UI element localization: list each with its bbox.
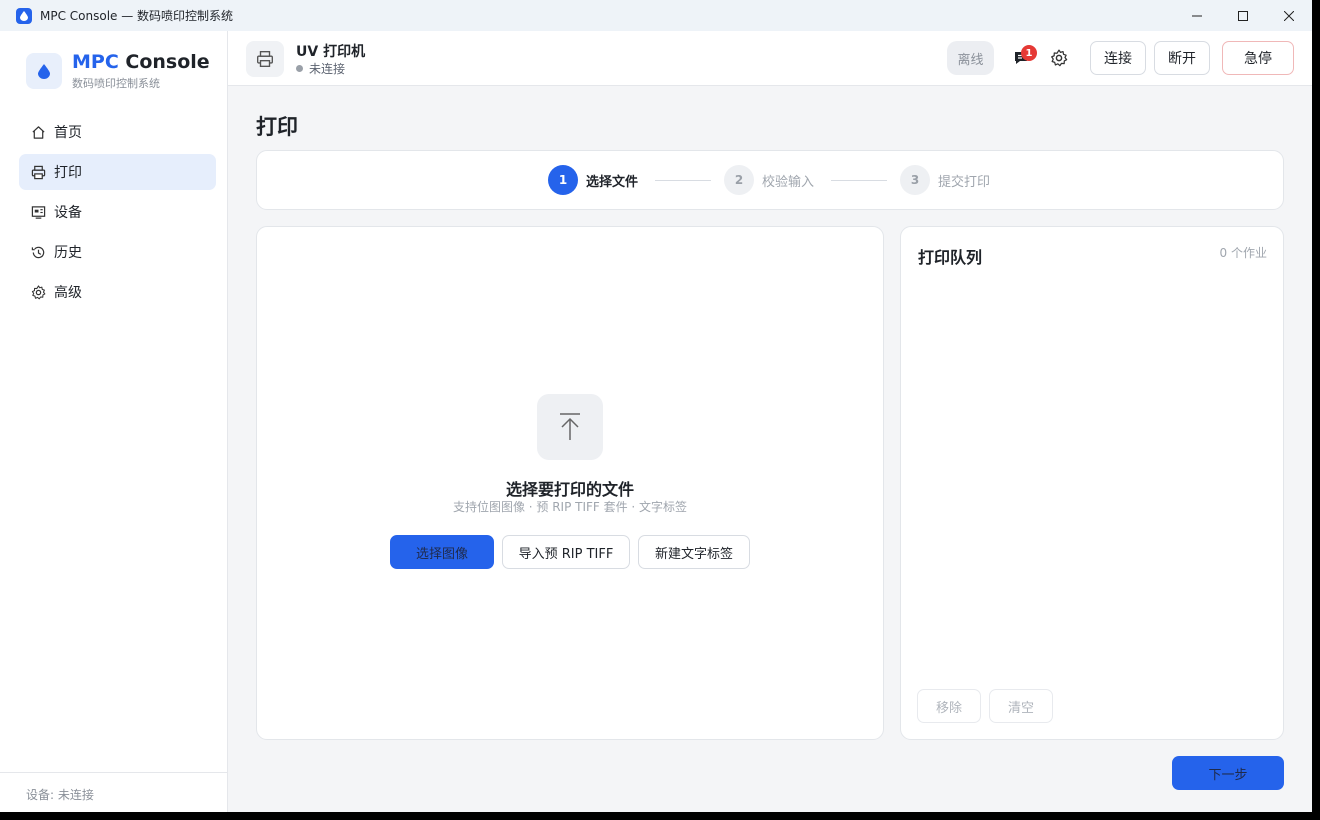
clear-button[interactable]: 清空 xyxy=(989,689,1053,723)
sidebar-item-advanced[interactable]: 高级 xyxy=(19,274,216,310)
close-window-button[interactable] xyxy=(1266,0,1312,31)
step-label: 选择文件 xyxy=(586,174,639,190)
step-select-file: 1 选择文件 xyxy=(548,165,638,195)
top-header: UV 打印机 未连接 离线 1 连接 断开 急停 xyxy=(228,31,1312,86)
step-validate-input: 2 校验输入 xyxy=(724,165,814,195)
step-number: 3 xyxy=(900,165,930,195)
maximize-button[interactable] xyxy=(1220,0,1266,31)
device-icon xyxy=(30,204,46,220)
sidebar-item-label: 设备 xyxy=(54,205,82,221)
app-window: MPC Console — 数码喷印控制系统 MPC Console 数码喷印控… xyxy=(0,0,1312,812)
step-number: 2 xyxy=(724,165,754,195)
disconnect-button[interactable]: 断开 xyxy=(1154,41,1210,75)
step-connector xyxy=(655,180,711,181)
offline-badge: 离线 xyxy=(947,41,994,75)
notification-count-badge: 1 xyxy=(1021,45,1037,61)
queue-count: 0 个作业 xyxy=(1219,246,1267,260)
print-queue-panel: 打印队列 0 个作业 移除 清空 xyxy=(900,226,1284,740)
history-icon xyxy=(30,244,46,260)
device-status-text: 未连接 xyxy=(309,62,346,76)
upload-subtitle: 支持位图图像 · 预 RIP TIFF 套件 · 文字标签 xyxy=(452,500,688,514)
printer-icon xyxy=(246,41,284,77)
sidebar-device-status: 设备: 未连接 xyxy=(0,772,227,812)
brand-drop-icon xyxy=(26,53,62,89)
sidebar-nav: 首页 打印 设备 历史 高级 xyxy=(19,114,216,314)
sidebar-item-label: 首页 xyxy=(54,125,82,141)
stepper: 1 选择文件 2 校验输入 3 提交打印 xyxy=(256,150,1284,210)
import-tiff-button[interactable]: 导入预 RIP TIFF xyxy=(502,535,630,569)
step-label: 校验输入 xyxy=(762,174,815,190)
file-select-panel: 选择要打印的文件 支持位图图像 · 预 RIP TIFF 套件 · 文字标签 选… xyxy=(256,226,884,740)
window-title: MPC Console — 数码喷印控制系统 xyxy=(40,9,234,23)
upload-title: 选择要打印的文件 xyxy=(505,480,634,499)
page-title: 打印 xyxy=(256,115,298,139)
step-number: 1 xyxy=(548,165,578,195)
step-submit-print: 3 提交打印 xyxy=(900,165,990,195)
brand: MPC Console 数码喷印控制系统 xyxy=(26,51,210,91)
sidebar-item-label: 打印 xyxy=(54,165,82,181)
sidebar-item-history[interactable]: 历史 xyxy=(19,234,216,270)
brand-subtitle: 数码喷印控制系统 xyxy=(72,77,160,90)
app-drop-icon xyxy=(16,7,32,24)
home-icon xyxy=(30,124,46,140)
step-label: 提交打印 xyxy=(938,174,991,190)
sidebar-item-label: 高级 xyxy=(54,285,82,301)
device-name: UV 打印机 xyxy=(296,44,366,60)
status-dot xyxy=(296,65,303,72)
title-bar: MPC Console — 数码喷印控制系统 xyxy=(0,0,1312,31)
connect-button[interactable]: 连接 xyxy=(1090,41,1146,75)
sidebar-item-home[interactable]: 首页 xyxy=(19,114,216,150)
queue-title: 打印队列 xyxy=(918,248,983,267)
gear-icon xyxy=(30,284,46,300)
settings-icon[interactable] xyxy=(1050,49,1070,69)
device-status: 未连接 xyxy=(296,60,345,77)
sidebar-item-device[interactable]: 设备 xyxy=(19,194,216,230)
remove-button[interactable]: 移除 xyxy=(917,689,981,723)
select-image-button[interactable]: 选择图像 xyxy=(390,535,494,569)
printer-icon xyxy=(30,164,46,180)
sidebar-item-label: 历史 xyxy=(54,245,82,261)
upload-icon xyxy=(537,394,603,460)
emergency-stop-button[interactable]: 急停 xyxy=(1222,41,1294,75)
next-step-button[interactable]: 下一步 xyxy=(1172,756,1284,790)
new-text-label-button[interactable]: 新建文字标签 xyxy=(638,535,750,569)
step-connector xyxy=(831,180,887,181)
minimize-button[interactable] xyxy=(1174,0,1220,31)
sidebar-item-print[interactable]: 打印 xyxy=(19,154,216,190)
brand-name: MPC Console xyxy=(72,51,210,73)
sidebar: MPC Console 数码喷印控制系统 首页 打印 设备 历史 高级 设备: … xyxy=(0,31,228,812)
